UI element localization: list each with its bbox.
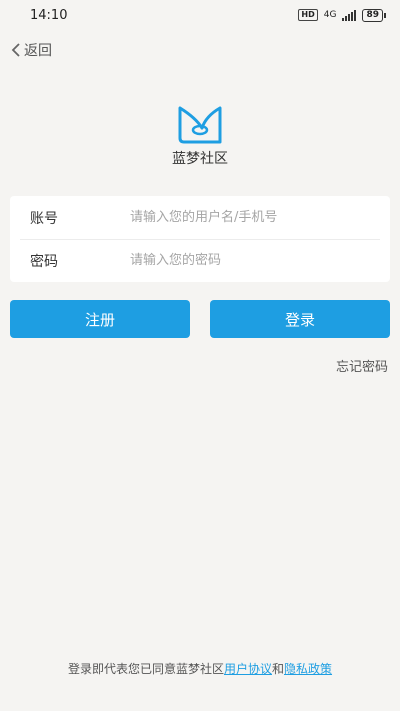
privacy-policy-link[interactable]: 隐私政策 [284, 662, 332, 676]
signal-icon [342, 9, 357, 21]
app-name: 蓝梦社区 [172, 151, 228, 167]
agreement-prefix: 登录即代表您已同意蓝梦社区 [67, 662, 224, 676]
status-bar: 14:10 HD 4G 89 [0, 0, 400, 30]
app-logo-icon [178, 106, 222, 144]
battery-icon: 89 [362, 8, 386, 22]
password-row: 密码 [10, 239, 390, 282]
user-agreement-link[interactable]: 用户协议 [224, 662, 272, 676]
battery-level: 89 [362, 8, 383, 22]
status-icons: HD 4G 89 [298, 8, 386, 22]
network-type: 4G [323, 10, 337, 20]
account-input[interactable] [130, 202, 380, 233]
login-form: 账号 密码 [10, 196, 390, 282]
password-label: 密码 [30, 253, 58, 270]
register-button[interactable]: 注册 [10, 300, 190, 338]
password-input[interactable] [130, 245, 380, 276]
hd-icon: HD [298, 9, 318, 21]
agreement-text: 登录即代表您已同意蓝梦社区用户协议和隐私政策 [0, 660, 400, 677]
agreement-conjunction: 和 [272, 662, 285, 676]
status-time: 14:10 [30, 7, 68, 23]
chevron-left-icon [11, 43, 20, 57]
back-label: 返回 [24, 43, 52, 59]
account-row: 账号 [10, 196, 390, 239]
login-button[interactable]: 登录 [210, 300, 390, 338]
forgot-password-link[interactable]: 忘记密码 [336, 356, 388, 375]
back-button[interactable]: 返回 [10, 40, 52, 60]
account-label: 账号 [30, 210, 58, 227]
